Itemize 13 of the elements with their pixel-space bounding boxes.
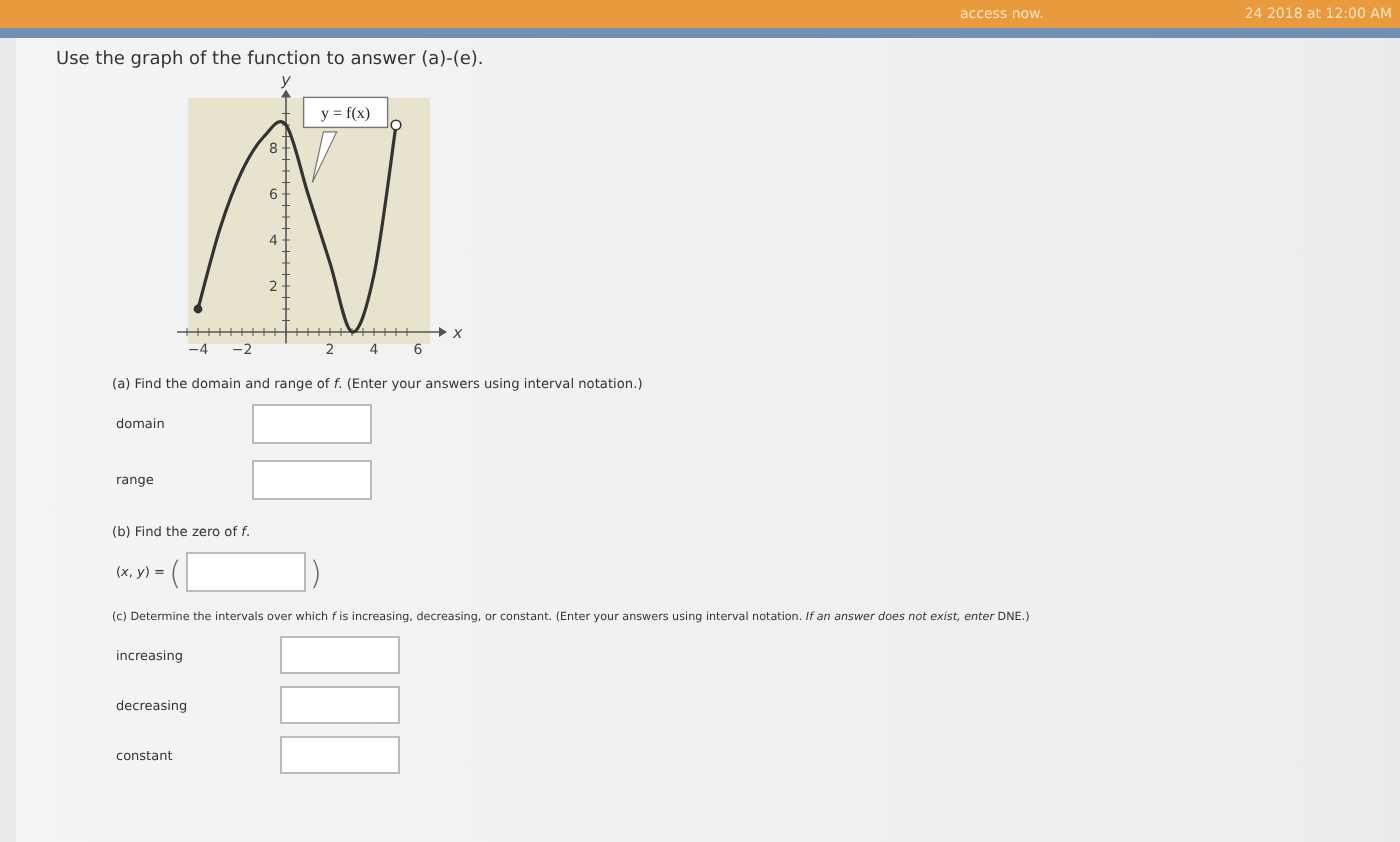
open-parenthesis: (	[168, 553, 182, 591]
function-callout: y = f(x)	[302, 96, 389, 184]
series-label: y = f(x)	[321, 104, 371, 123]
instruction-text: Use the graph of the function to answer (a)-(e).	[56, 50, 486, 70]
close-parenthesis: )	[309, 553, 322, 591]
answer-box[interactable]	[252, 460, 372, 500]
answer-box[interactable]	[185, 552, 306, 592]
answer-box[interactable]	[280, 686, 400, 724]
answer-box[interactable]	[280, 736, 400, 774]
y-axis-label: y	[281, 71, 291, 90]
x-axis-label: x	[453, 324, 463, 342]
answer-box[interactable]	[252, 404, 372, 444]
answer-box[interactable]	[280, 636, 400, 674]
